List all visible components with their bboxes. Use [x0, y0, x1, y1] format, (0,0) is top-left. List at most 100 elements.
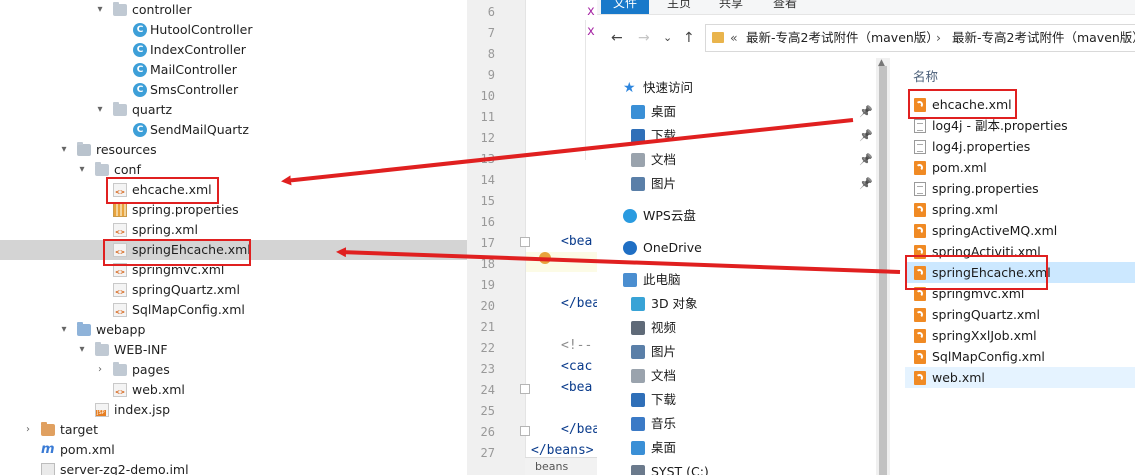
- pin-icon[interactable]: 📌: [859, 100, 873, 124]
- chevron-right-icon[interactable]: ›: [95, 360, 105, 380]
- tree-row[interactable]: <> SqlMapConfig.xml: [0, 300, 467, 320]
- tree-row[interactable]: spring.properties: [0, 200, 467, 220]
- file-row[interactable]: springXxlJob.xml: [905, 325, 1135, 346]
- ribbon-tab-file[interactable]: 文件: [601, 0, 650, 14]
- nav-item[interactable]: 此电脑: [597, 268, 887, 292]
- tree-row[interactable]: C MailController: [0, 60, 467, 80]
- xml-file-icon: [914, 224, 926, 238]
- tree-row[interactable]: ▾ quartz: [0, 100, 467, 120]
- pin-icon[interactable]: 📌: [859, 172, 873, 196]
- chevron-down-icon[interactable]: ▾: [95, 100, 105, 120]
- nav-item[interactable]: ★ 快速访问: [597, 76, 887, 100]
- tree-row[interactable]: ▾ resources: [0, 140, 467, 160]
- tree-row[interactable]: JSP index.jsp: [0, 400, 467, 420]
- tree-row[interactable]: ▾ webapp: [0, 320, 467, 340]
- chevron-down-icon[interactable]: ▾: [77, 340, 87, 360]
- breadcrumb-item[interactable]: 最新-专高2考试附件（maven版）: [952, 25, 1135, 51]
- tree-row[interactable]: › pages: [0, 360, 467, 380]
- file-row[interactable]: SqlMapConfig.xml: [905, 346, 1135, 367]
- nav-item[interactable]: WPS云盘: [597, 204, 887, 228]
- file-row[interactable]: springQuartz.xml: [905, 304, 1135, 325]
- nav-item[interactable]: SYST (C:): [597, 460, 887, 475]
- tree-row[interactable]: <> web.xml: [0, 380, 467, 400]
- pin-icon[interactable]: 📌: [859, 148, 873, 172]
- tree-row[interactable]: ▾ conf: [0, 160, 467, 180]
- file-row[interactable]: springActiveMQ.xml: [905, 220, 1135, 241]
- file-row[interactable]: web.xml: [905, 367, 1135, 388]
- chevron-down-icon[interactable]: ▾: [59, 320, 69, 340]
- tree-row[interactable]: C SendMailQuartz: [0, 120, 467, 140]
- file-row[interactable]: spring.xml: [905, 199, 1135, 220]
- file-row[interactable]: ehcache.xml: [905, 94, 1135, 115]
- tree-row-label: SendMailQuartz: [150, 122, 249, 137]
- column-header-name[interactable]: 名称: [913, 66, 938, 85]
- fold-icon[interactable]: [520, 426, 530, 436]
- file-row[interactable]: log4j - 副本.properties: [905, 115, 1135, 136]
- scrollbar-thumb[interactable]: [879, 66, 887, 475]
- nav-item-label: 此电脑: [643, 272, 681, 287]
- ribbon-tab-home[interactable]: 主页: [655, 0, 703, 14]
- tree-row[interactable]: C IndexController: [0, 40, 467, 60]
- xml-file-icon: [914, 371, 926, 385]
- code-line-26: </bea: [561, 422, 597, 437]
- line-number: 8: [487, 47, 495, 61]
- breadcrumb-item[interactable]: 最新-专高2考试附件（maven版）: [746, 25, 939, 51]
- file-row[interactable]: pom.xml: [905, 157, 1135, 178]
- chevron-down-icon[interactable]: ▾: [95, 0, 105, 20]
- back-button[interactable]: ←: [611, 30, 623, 46]
- nav-item[interactable]: 图片: [597, 340, 887, 364]
- nav-item[interactable]: 下载: [597, 388, 887, 412]
- nav-item[interactable]: 文档: [597, 364, 887, 388]
- file-explorer-window: 文件 主页 共享 查看 ← → ⌄ ↑ « 最新-专高2考试附件（maven版）…: [597, 0, 1135, 475]
- tree-row[interactable]: <> springQuartz.xml: [0, 280, 467, 300]
- ribbon-tab-view[interactable]: 查看: [761, 0, 809, 14]
- chevron-down-icon[interactable]: ▾: [59, 140, 69, 160]
- pin-icon[interactable]: 📌: [859, 124, 873, 148]
- address-bar[interactable]: « 最新-专高2考试附件（maven版） › 最新-专高2考试附件（maven版…: [705, 24, 1135, 52]
- file-row[interactable]: spring.properties: [905, 178, 1135, 199]
- tree-row[interactable]: server-zq2-demo.iml: [0, 460, 467, 475]
- nav-item[interactable]: 桌面: [597, 436, 887, 460]
- forward-button[interactable]: →: [638, 30, 650, 46]
- tree-row[interactable]: <> spring.xml: [0, 220, 467, 240]
- breadcrumb-overflow[interactable]: «: [730, 25, 738, 51]
- tree-row[interactable]: m pom.xml: [0, 440, 467, 460]
- file-row[interactable]: springEhcache.xml: [905, 262, 1135, 283]
- drive-icon: [631, 465, 645, 475]
- code-editor[interactable]: 6 7 8 9 10 11 12 13 14 15 16 17 18 19 20 21 22 23 24 25 26 27…: [467, 0, 597, 475]
- tree-row[interactable]: <> ehcache.xml: [0, 180, 467, 200]
- nav-item[interactable]: 下载 📌: [597, 124, 887, 148]
- nav-item-label: 快速访问: [643, 80, 694, 95]
- fold-icon[interactable]: [520, 237, 530, 247]
- nav-item[interactable]: 图片 📌: [597, 172, 887, 196]
- nav-item[interactable]: 桌面 📌: [597, 100, 887, 124]
- tree-row[interactable]: <> springmvc.xml: [0, 260, 467, 280]
- nav-item[interactable]: OneDrive: [597, 236, 887, 260]
- class-icon: C: [133, 63, 147, 77]
- nav-item[interactable]: 3D 对象: [597, 292, 887, 316]
- file-row[interactable]: log4j.properties: [905, 136, 1135, 157]
- nav-item[interactable]: 文档 📌: [597, 148, 887, 172]
- tree-row[interactable]: <> springEhcache.xml: [0, 240, 467, 260]
- chevron-down-icon[interactable]: ▾: [77, 160, 87, 180]
- nav-item[interactable]: 音乐: [597, 412, 887, 436]
- tree-row[interactable]: C SmsController: [0, 80, 467, 100]
- file-row[interactable]: springmvc.xml: [905, 283, 1135, 304]
- tree-row[interactable]: ▾ controller: [0, 0, 467, 20]
- nav-item[interactable]: 视频: [597, 316, 887, 340]
- class-icon: C: [133, 123, 147, 137]
- up-button[interactable]: ↑: [683, 30, 695, 46]
- chevron-right-icon[interactable]: ›: [23, 420, 33, 440]
- file-row[interactable]: springActiviti.xml: [905, 241, 1135, 262]
- recent-locations-dropdown[interactable]: ⌄: [663, 30, 672, 46]
- tree-row[interactable]: ▾ WEB-INF: [0, 340, 467, 360]
- nav-pane-scrollbar[interactable]: ▲: [876, 58, 890, 475]
- tree-row[interactable]: C HutoolController: [0, 20, 467, 40]
- nav-item-label: 图片: [651, 176, 677, 191]
- fold-icon[interactable]: [520, 384, 530, 394]
- tree-row[interactable]: › target: [0, 420, 467, 440]
- code-line-20: </bea: [561, 296, 597, 311]
- breadcrumb-tag[interactable]: beans: [525, 457, 597, 475]
- breakpoint-icon[interactable]: [539, 252, 551, 264]
- ribbon-tab-share[interactable]: 共享: [707, 0, 755, 14]
